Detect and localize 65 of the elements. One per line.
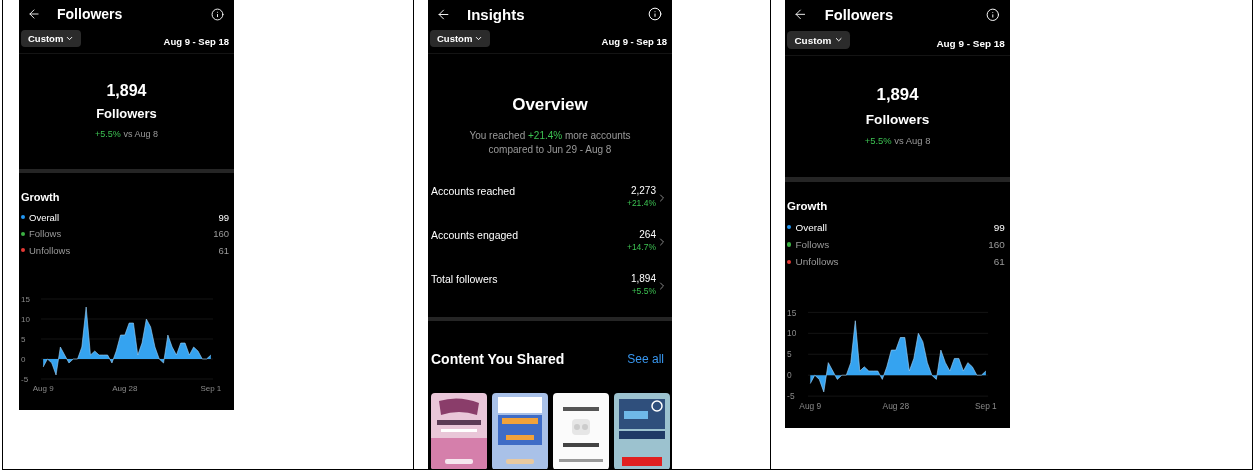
section-title: Growth [787, 200, 829, 213]
date-range: Aug 9 - Sep 18 [936, 37, 1005, 49]
legend-label: Overall [29, 211, 61, 223]
metric-change: +14.7% [626, 242, 656, 252]
metric-change: +21.4% [626, 198, 656, 208]
date-range: Aug 9 - Sep 18 [601, 36, 667, 47]
metric-change: +5.5% [631, 286, 656, 296]
metric-value: 2,273 [630, 185, 656, 196]
date-filter-dropdown[interactable]: Custom [430, 30, 491, 47]
follower-count: 1,894 [106, 82, 147, 100]
legend-label: Unfollows [795, 256, 840, 268]
chevron-down-icon [833, 35, 843, 45]
screen-title: Insights [467, 5, 526, 23]
axis-tick-label: 10 [21, 314, 30, 324]
metric-value: 1,894 [630, 273, 656, 284]
axis-tick-label: 0 [787, 370, 792, 381]
follower-count: 1,894 [876, 85, 919, 106]
chevron-down-icon [65, 34, 75, 43]
change-text: +5.5% vs Aug 8 [95, 129, 158, 139]
metric-label: Accounts reached [431, 185, 517, 197]
metric-label: Total followers [431, 273, 499, 285]
metric-value: 264 [639, 229, 656, 240]
axis-tick-label: Sep 1 [200, 383, 222, 393]
axis-tick-label: -5 [21, 374, 29, 384]
axis-tick-label: -5 [787, 391, 795, 402]
see-all-link[interactable]: See all [627, 352, 664, 366]
overview-text: You reached +21.4% more accounts compared to Jun 29 - Aug 8 [468, 129, 632, 156]
axis-tick-label: Aug 28 [112, 383, 138, 393]
follower-label: Followers [865, 111, 930, 127]
back-arrow-icon[interactable] [436, 6, 451, 22]
axis-tick-label: 10 [787, 328, 797, 339]
legend-label: Overall [795, 221, 828, 233]
section-title: Growth [21, 191, 61, 203]
date-filter-dropdown[interactable]: Custom [21, 30, 82, 47]
date-range: Aug 9 - Sep 18 [163, 36, 229, 47]
axis-tick-label: 15 [21, 294, 30, 304]
info-icon[interactable] [986, 7, 1000, 22]
screen-title: Followers [824, 6, 895, 23]
screen-title: Followers [57, 6, 124, 22]
axis-tick-label: 5 [21, 334, 26, 344]
follower-label: Followers [96, 106, 157, 121]
legend-value: 61 [993, 256, 1005, 268]
axis-tick-label: Aug 9 [32, 383, 54, 393]
metric-label: Accounts engaged [431, 229, 519, 241]
info-icon[interactable] [211, 7, 224, 21]
legend-label: Unfollows [29, 244, 72, 256]
legend-value: 160 [213, 228, 229, 240]
legend-label: Follows [29, 228, 63, 240]
axis-tick-label: 5 [787, 349, 792, 360]
axis-tick-label: Aug 28 [882, 400, 910, 411]
legend-value: 160 [988, 239, 1005, 251]
legend-label: Follows [795, 239, 831, 251]
axis-tick-label: Sep 1 [974, 400, 997, 411]
axis-tick-label: Aug 9 [799, 400, 822, 411]
overview-title: Overview [512, 95, 588, 115]
legend-value: 99 [218, 211, 229, 223]
chevron-down-icon [474, 34, 484, 43]
section-title: Content You Shared [431, 351, 565, 367]
change-text: +5.5% vs Aug 8 [864, 134, 931, 146]
axis-tick-label: 15 [787, 307, 797, 318]
date-filter-dropdown[interactable]: Custom [787, 31, 851, 49]
legend-value: 61 [218, 244, 229, 256]
info-icon[interactable] [648, 7, 662, 21]
axis-tick-label: 0 [21, 354, 26, 364]
legend-value: 99 [993, 221, 1005, 233]
